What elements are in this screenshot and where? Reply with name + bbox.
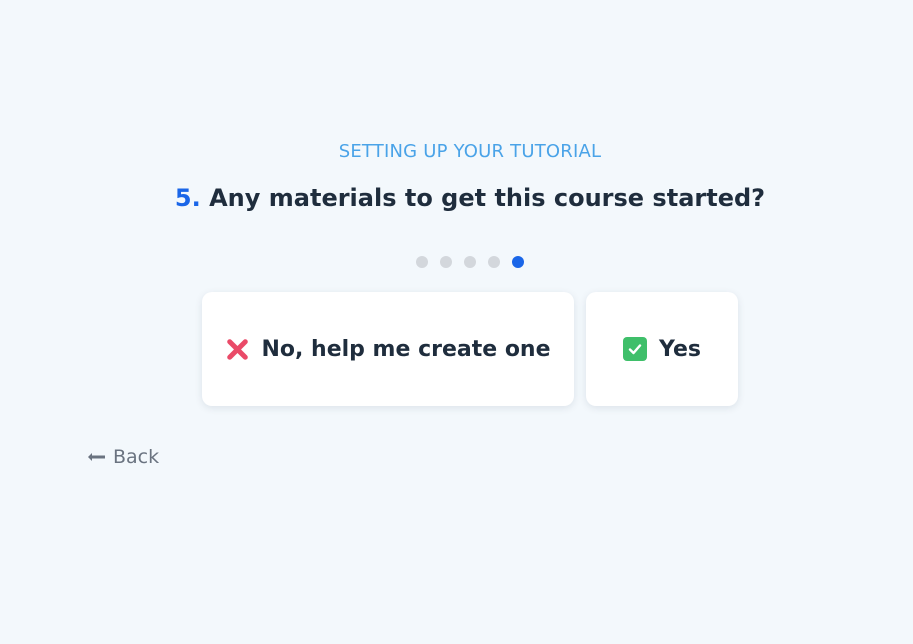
- step-title: SETTING UP YOUR TUTORIAL: [338, 141, 602, 162]
- progress-dots: [416, 256, 524, 268]
- back-label: Back: [113, 446, 160, 468]
- question-text: Any materials to get this course started…: [209, 184, 766, 212]
- left-arrow-icon: [87, 452, 105, 462]
- back-button[interactable]: Back: [87, 446, 159, 468]
- question-number: 5.: [174, 184, 201, 212]
- option-no-label: No, help me create one: [261, 336, 551, 362]
- check-mark-icon: [623, 337, 648, 361]
- cross-mark-icon: [225, 337, 249, 361]
- progress-dot-active: [512, 256, 524, 268]
- progress-dot: [416, 256, 428, 268]
- progress-dot: [464, 256, 476, 268]
- option-no-create-button[interactable]: No, help me create one: [202, 292, 574, 406]
- progress-dot: [440, 256, 452, 268]
- option-yes-label: Yes: [659, 336, 701, 362]
- progress-dot: [488, 256, 500, 268]
- option-yes-button[interactable]: Yes: [586, 292, 738, 406]
- question-heading: 5. Any materials to get this course star…: [0, 184, 913, 212]
